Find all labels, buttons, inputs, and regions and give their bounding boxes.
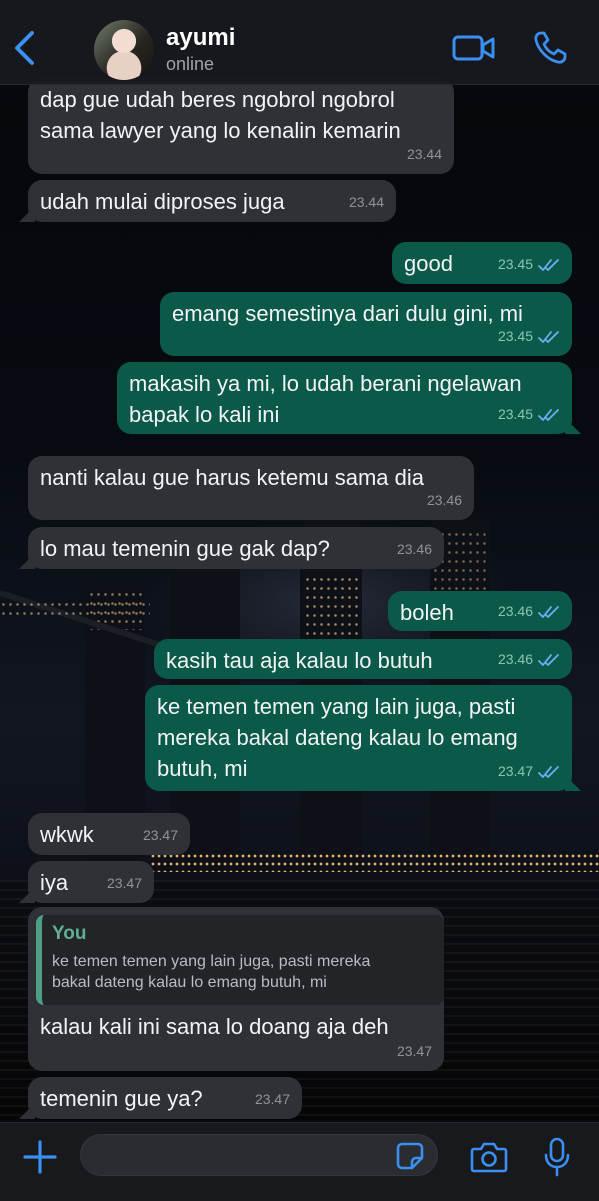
message-meta: 23.45 <box>498 249 560 280</box>
plus-icon[interactable] <box>22 1139 58 1175</box>
microphone-icon[interactable] <box>544 1137 570 1177</box>
message-time: 23.46 <box>497 651 533 667</box>
message-text: nanti kalau gue harus ketemu sama dia <box>40 465 425 490</box>
message-time: 23.47 <box>497 763 533 779</box>
message-time: 23.44 <box>348 194 384 210</box>
double-check-icon <box>538 330 559 343</box>
message-meta: 23.44 <box>349 187 384 218</box>
message-text: temenin gue ya? <box>40 1086 203 1111</box>
outgoing-message[interactable]: emang semestinya dari dulu gini, mi 23.45 <box>160 292 572 356</box>
outgoing-message[interactable]: ke temen temen yang lain juga, pasti mer… <box>145 685 581 791</box>
camera-icon[interactable] <box>470 1141 508 1173</box>
message-meta: 23.47 <box>255 1084 290 1115</box>
outgoing-message[interactable]: good 23.45 <box>392 242 572 284</box>
composer-bar <box>0 1122 599 1201</box>
avatar[interactable] <box>94 20 154 80</box>
incoming-message[interactable]: lo mau temenin gue gak dap? 23.46 <box>19 527 444 569</box>
message-meta: 23.44 <box>407 139 442 170</box>
message-text: makasih ya mi, lo udah berani ngelawan b… <box>129 371 522 427</box>
video-call-icon[interactable] <box>452 34 496 62</box>
quoted-reply-sender: You <box>52 923 87 944</box>
message-meta: 23.47 <box>397 1036 432 1067</box>
chat-header: ayumi online <box>0 0 599 85</box>
message-time: 23.47 <box>254 1091 290 1107</box>
message-meta: 23.47 <box>107 868 142 899</box>
incoming-message[interactable]: dap gue udah beres ngobrol ngobrol sama … <box>28 78 454 174</box>
message-meta: 23.47 <box>498 756 560 787</box>
message-time: 23.46 <box>497 603 533 619</box>
incoming-message[interactable]: temenin gue ya? 23.47 <box>19 1077 302 1119</box>
outgoing-message[interactable]: kasih tau aja kalau lo butuh 23.46 <box>154 639 572 679</box>
incoming-message[interactable]: wkwk 23.47 <box>28 813 190 855</box>
message-text: udah mulai diproses juga <box>40 189 285 214</box>
message-list: dap gue udah beres ngobrol ngobrol sama … <box>0 0 599 1200</box>
message-time: 23.45 <box>497 256 533 272</box>
message-time: 23.45 <box>497 328 533 344</box>
message-time: 23.47 <box>106 875 142 891</box>
message-meta: 23.46 <box>427 485 462 516</box>
message-time: 23.47 <box>396 1043 432 1059</box>
outgoing-message[interactable]: boleh 23.46 <box>388 591 572 631</box>
message-meta: 23.46 <box>498 644 560 675</box>
quoted-reply-text: ke temen temen yang lain juga, pasti mer… <box>52 953 371 991</box>
sticker-icon[interactable] <box>396 1142 424 1170</box>
message-time: 23.45 <box>497 406 533 422</box>
contact-status: online <box>166 54 215 74</box>
incoming-message[interactable]: You ke temen temen yang lain juga, pasti … <box>28 907 444 1071</box>
incoming-message[interactable]: udah mulai diproses juga 23.44 <box>19 180 396 222</box>
message-meta: 23.46 <box>397 534 432 565</box>
message-time: 23.46 <box>396 541 432 557</box>
quoted-reply[interactable]: You ke temen temen yang lain juga, pasti … <box>36 915 444 1005</box>
message-meta: 23.45 <box>498 399 560 430</box>
incoming-message[interactable]: iya 23.47 <box>19 861 154 903</box>
message-meta: 23.46 <box>498 596 560 627</box>
message-text: lo mau temenin gue gak dap? <box>40 536 330 561</box>
message-time: 23.46 <box>426 492 462 508</box>
message-text: kalau kali ini sama lo doang aja deh <box>40 1014 389 1039</box>
contact-name[interactable]: ayumi <box>166 24 235 52</box>
double-check-icon <box>538 605 559 618</box>
phone-icon[interactable] <box>532 30 568 66</box>
double-check-icon <box>538 408 559 421</box>
message-time: 23.44 <box>406 146 442 162</box>
incoming-message[interactable]: nanti kalau gue harus ketemu sama dia 23.… <box>28 456 474 520</box>
outgoing-message[interactable]: makasih ya mi, lo udah berani ngelawan b… <box>117 362 581 434</box>
chevron-left-icon[interactable] <box>12 30 38 66</box>
message-meta: 23.45 <box>498 321 560 352</box>
message-input[interactable] <box>80 1134 438 1176</box>
double-check-icon <box>538 765 559 778</box>
double-check-icon <box>538 258 559 271</box>
message-meta: 23.47 <box>143 820 178 851</box>
double-check-icon <box>538 653 559 666</box>
message-time: 23.47 <box>142 827 178 843</box>
message-text: dap gue udah beres ngobrol ngobrol sama … <box>40 87 401 143</box>
